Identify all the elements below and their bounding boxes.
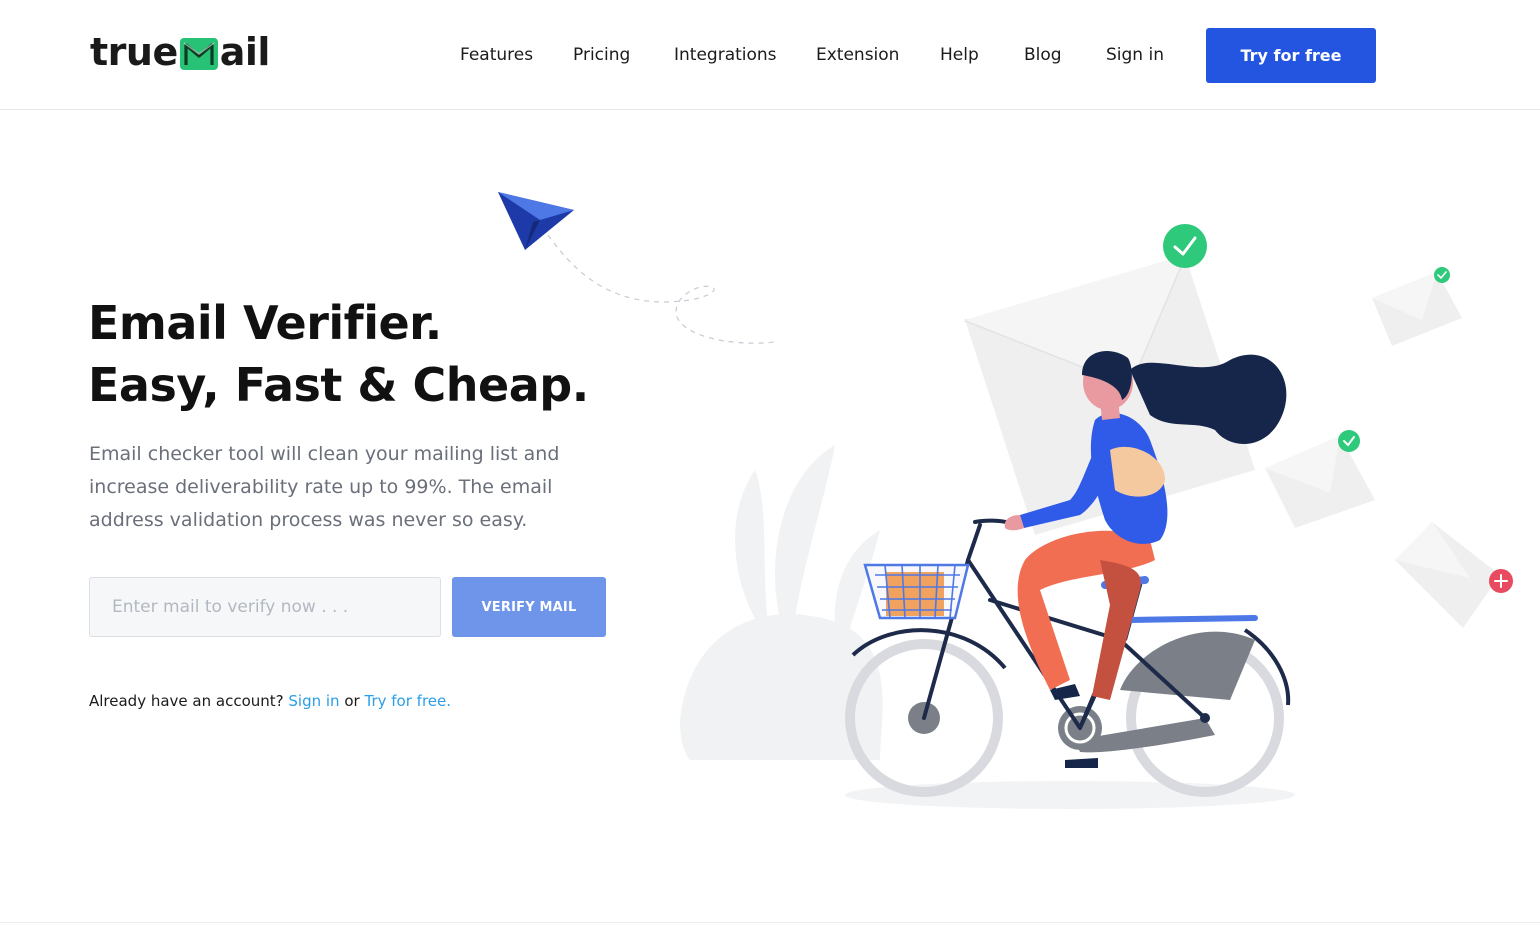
nav-sign-in[interactable]: Sign in bbox=[1106, 45, 1164, 65]
site-header: true ail Features Pricing Integrations E… bbox=[0, 0, 1540, 110]
account-prompt-text: Already have an account? bbox=[89, 692, 284, 710]
envelope-small-icon bbox=[1372, 267, 1462, 346]
nav-pricing[interactable]: Pricing bbox=[573, 45, 630, 65]
section-divider bbox=[0, 922, 1540, 923]
truemail-logo[interactable]: true ail bbox=[90, 30, 270, 74]
nav-help[interactable]: Help bbox=[940, 45, 979, 65]
try-for-free-link[interactable]: Try for free. bbox=[365, 692, 452, 710]
or-text: or bbox=[344, 692, 360, 710]
envelope-m-icon bbox=[179, 38, 218, 70]
account-prompt: Already have an account? Sign in or Try … bbox=[89, 692, 451, 710]
paper-plane-icon bbox=[498, 192, 574, 250]
nav-blog[interactable]: Blog bbox=[1024, 45, 1062, 65]
logo-text-prefix: true bbox=[90, 30, 178, 74]
hero-illustration bbox=[498, 192, 1513, 809]
nav-features[interactable]: Features bbox=[460, 45, 533, 65]
logo-text-suffix: ail bbox=[219, 30, 271, 74]
envelope-medium-icon bbox=[1265, 430, 1375, 528]
email-verify-input[interactable] bbox=[89, 577, 441, 637]
sign-in-link[interactable]: Sign in bbox=[288, 692, 339, 710]
envelope-rejected-icon bbox=[1395, 522, 1513, 628]
try-for-free-button[interactable]: Try for free bbox=[1206, 28, 1376, 83]
hero-title-line1: Email Verifier. bbox=[88, 296, 442, 350]
nav-integrations[interactable]: Integrations bbox=[674, 45, 777, 65]
check-icon bbox=[1163, 224, 1207, 268]
nav-extension[interactable]: Extension bbox=[816, 45, 899, 65]
